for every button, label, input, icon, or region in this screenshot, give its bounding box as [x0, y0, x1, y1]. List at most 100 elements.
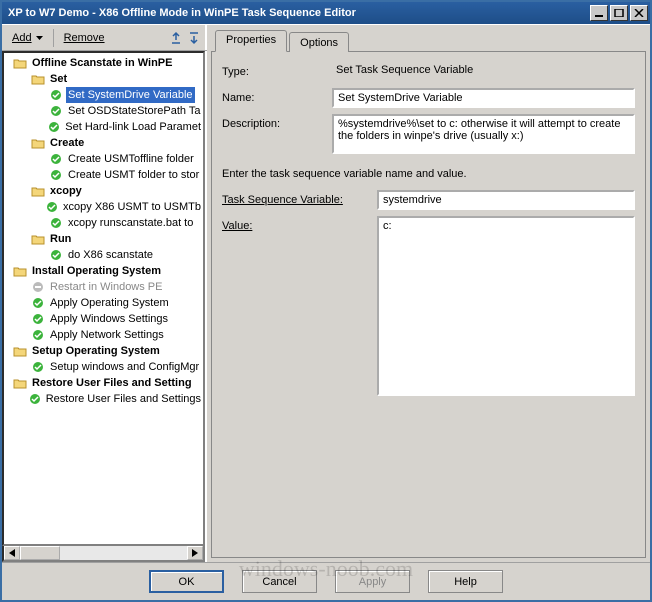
scroll-thumb[interactable] — [20, 546, 60, 560]
tree-step[interactable]: Set OSDStateStorePath Ta — [4, 103, 203, 119]
tab-options[interactable]: Options — [289, 32, 349, 52]
left-panel: Add Remove Offline Scanstate in WinPESet… — [2, 25, 207, 562]
description-input[interactable]: %systemdrive%\set to c: otherwise it wil… — [332, 114, 635, 154]
tab-properties[interactable]: Properties — [215, 30, 287, 52]
folder-icon — [12, 56, 28, 70]
tree-item-label: Offline Scanstate in WinPE — [30, 55, 174, 71]
scroll-right-button[interactable] — [187, 546, 203, 560]
close-button[interactable] — [630, 5, 648, 21]
value-label: Value: — [222, 216, 377, 232]
tree-item-label: xcopy runscanstate.bat to — [66, 215, 195, 231]
variable-hint: Enter the task sequence variable name an… — [222, 168, 635, 180]
move-down-button[interactable] — [185, 29, 203, 47]
tree-item-label: Run — [48, 231, 73, 247]
folder-icon — [12, 376, 28, 390]
folder-icon — [30, 136, 46, 150]
step-ok-icon — [30, 312, 46, 326]
minimize-button[interactable] — [590, 5, 608, 21]
help-button[interactable]: Help — [428, 570, 503, 593]
tree-step[interactable]: do X86 scanstate — [4, 247, 203, 263]
type-label: Type: — [222, 62, 332, 78]
move-up-button[interactable] — [167, 29, 185, 47]
tree-item-label: xcopy X86 USMT to USMTb — [61, 199, 203, 215]
step-ok-icon — [30, 328, 46, 342]
ok-button[interactable]: OK — [149, 570, 224, 593]
tree-item-label: do X86 scanstate — [66, 247, 155, 263]
step-ok-icon — [48, 88, 64, 102]
folder-icon — [12, 344, 28, 358]
dialog-button-bar: OK Cancel Apply Help — [2, 562, 650, 600]
tree-step[interactable]: Create USMT folder to stor — [4, 167, 203, 183]
tree-item-label: Setup Operating System — [30, 343, 162, 359]
properties-tab-page: Type: Set Task Sequence Variable Name: D… — [211, 51, 646, 558]
tree-item-label: Apply Network Settings — [48, 327, 166, 343]
task-sequence-editor-window: XP to W7 Demo - X86 Offline Mode in WinP… — [0, 0, 652, 602]
cancel-button[interactable]: Cancel — [242, 570, 317, 593]
tree-group[interactable]: Set — [4, 71, 203, 87]
scroll-left-button[interactable] — [4, 546, 20, 560]
tree-item-label: Apply Windows Settings — [48, 311, 170, 327]
type-value: Set Task Sequence Variable — [332, 62, 635, 82]
tree-step[interactable]: Restore User Files and Settings — [4, 391, 203, 407]
tree-item-label: xcopy — [48, 183, 84, 199]
step-ok-icon — [48, 168, 64, 182]
value-input[interactable]: c: — [377, 216, 635, 396]
folder-icon — [12, 264, 28, 278]
step-ok-icon — [44, 200, 59, 214]
dropdown-icon — [36, 36, 43, 40]
properties-panel: Properties Options Type: Set Task Sequen… — [207, 25, 650, 562]
tree-item-label: Setup windows and ConfigMgr — [48, 359, 201, 375]
tree-group[interactable]: xcopy — [4, 183, 203, 199]
folder-icon — [30, 72, 46, 86]
tree-item-label: Restore User Files and Setting — [30, 375, 194, 391]
step-ok-icon — [27, 392, 41, 406]
tree-item-label: Create — [48, 135, 86, 151]
tree-step[interactable]: xcopy runscanstate.bat to — [4, 215, 203, 231]
tree-step[interactable]: Set Hard-link Load Paramet — [4, 119, 203, 135]
titlebar: XP to W7 Demo - X86 Offline Mode in WinP… — [2, 2, 650, 24]
add-button[interactable]: Add — [6, 30, 49, 46]
tree-group[interactable]: Restore User Files and Setting — [4, 375, 203, 391]
name-input[interactable] — [332, 88, 635, 108]
tree-step[interactable]: xcopy X86 USMT to USMTb — [4, 199, 203, 215]
description-label: Description: — [222, 114, 332, 130]
tree-item-label: Set SystemDrive Variable — [66, 87, 195, 103]
tree-item-label: Set — [48, 71, 69, 87]
step-ok-icon — [48, 104, 64, 118]
tab-bar: Properties Options — [211, 30, 646, 52]
tree-step[interactable]: Apply Windows Settings — [4, 311, 203, 327]
tree-step[interactable]: Create USMToffline folder — [4, 151, 203, 167]
tree-group[interactable]: Create — [4, 135, 203, 151]
variable-label: Task Sequence Variable: — [222, 190, 377, 206]
apply-button[interactable]: Apply — [335, 570, 410, 593]
task-sequence-tree[interactable]: Offline Scanstate in WinPESetSet SystemD… — [2, 51, 205, 546]
step-disabled-icon — [30, 280, 46, 294]
tree-group[interactable]: Setup Operating System — [4, 343, 203, 359]
tree-step[interactable]: Set SystemDrive Variable — [4, 87, 203, 103]
tree-step[interactable]: Restart in Windows PE — [4, 279, 203, 295]
step-ok-icon — [46, 120, 61, 134]
name-label: Name: — [222, 88, 332, 104]
folder-icon — [30, 184, 46, 198]
tree-group[interactable]: Install Operating System — [4, 263, 203, 279]
tree-item-label: Set Hard-link Load Paramet — [63, 119, 203, 135]
maximize-button[interactable] — [610, 5, 628, 21]
horizontal-scrollbar[interactable] — [2, 546, 205, 562]
tree-item-label: Restore User Files and Settings — [44, 391, 203, 407]
tree-step[interactable]: Apply Network Settings — [4, 327, 203, 343]
tree-item-label: Create USMToffline folder — [66, 151, 196, 167]
step-ok-icon — [48, 248, 64, 262]
tree-item-label: Create USMT folder to stor — [66, 167, 201, 183]
tree-group[interactable]: Run — [4, 231, 203, 247]
step-ok-icon — [30, 296, 46, 310]
step-ok-icon — [30, 360, 46, 374]
tree-item-label: Install Operating System — [30, 263, 163, 279]
variable-input[interactable] — [377, 190, 635, 210]
remove-button[interactable]: Remove — [58, 30, 111, 46]
toolbar: Add Remove — [2, 25, 207, 51]
tree-group[interactable]: Offline Scanstate in WinPE — [4, 55, 203, 71]
step-ok-icon — [48, 152, 64, 166]
tree-step[interactable]: Apply Operating System — [4, 295, 203, 311]
tree-step[interactable]: Setup windows and ConfigMgr — [4, 359, 203, 375]
folder-icon — [30, 232, 46, 246]
